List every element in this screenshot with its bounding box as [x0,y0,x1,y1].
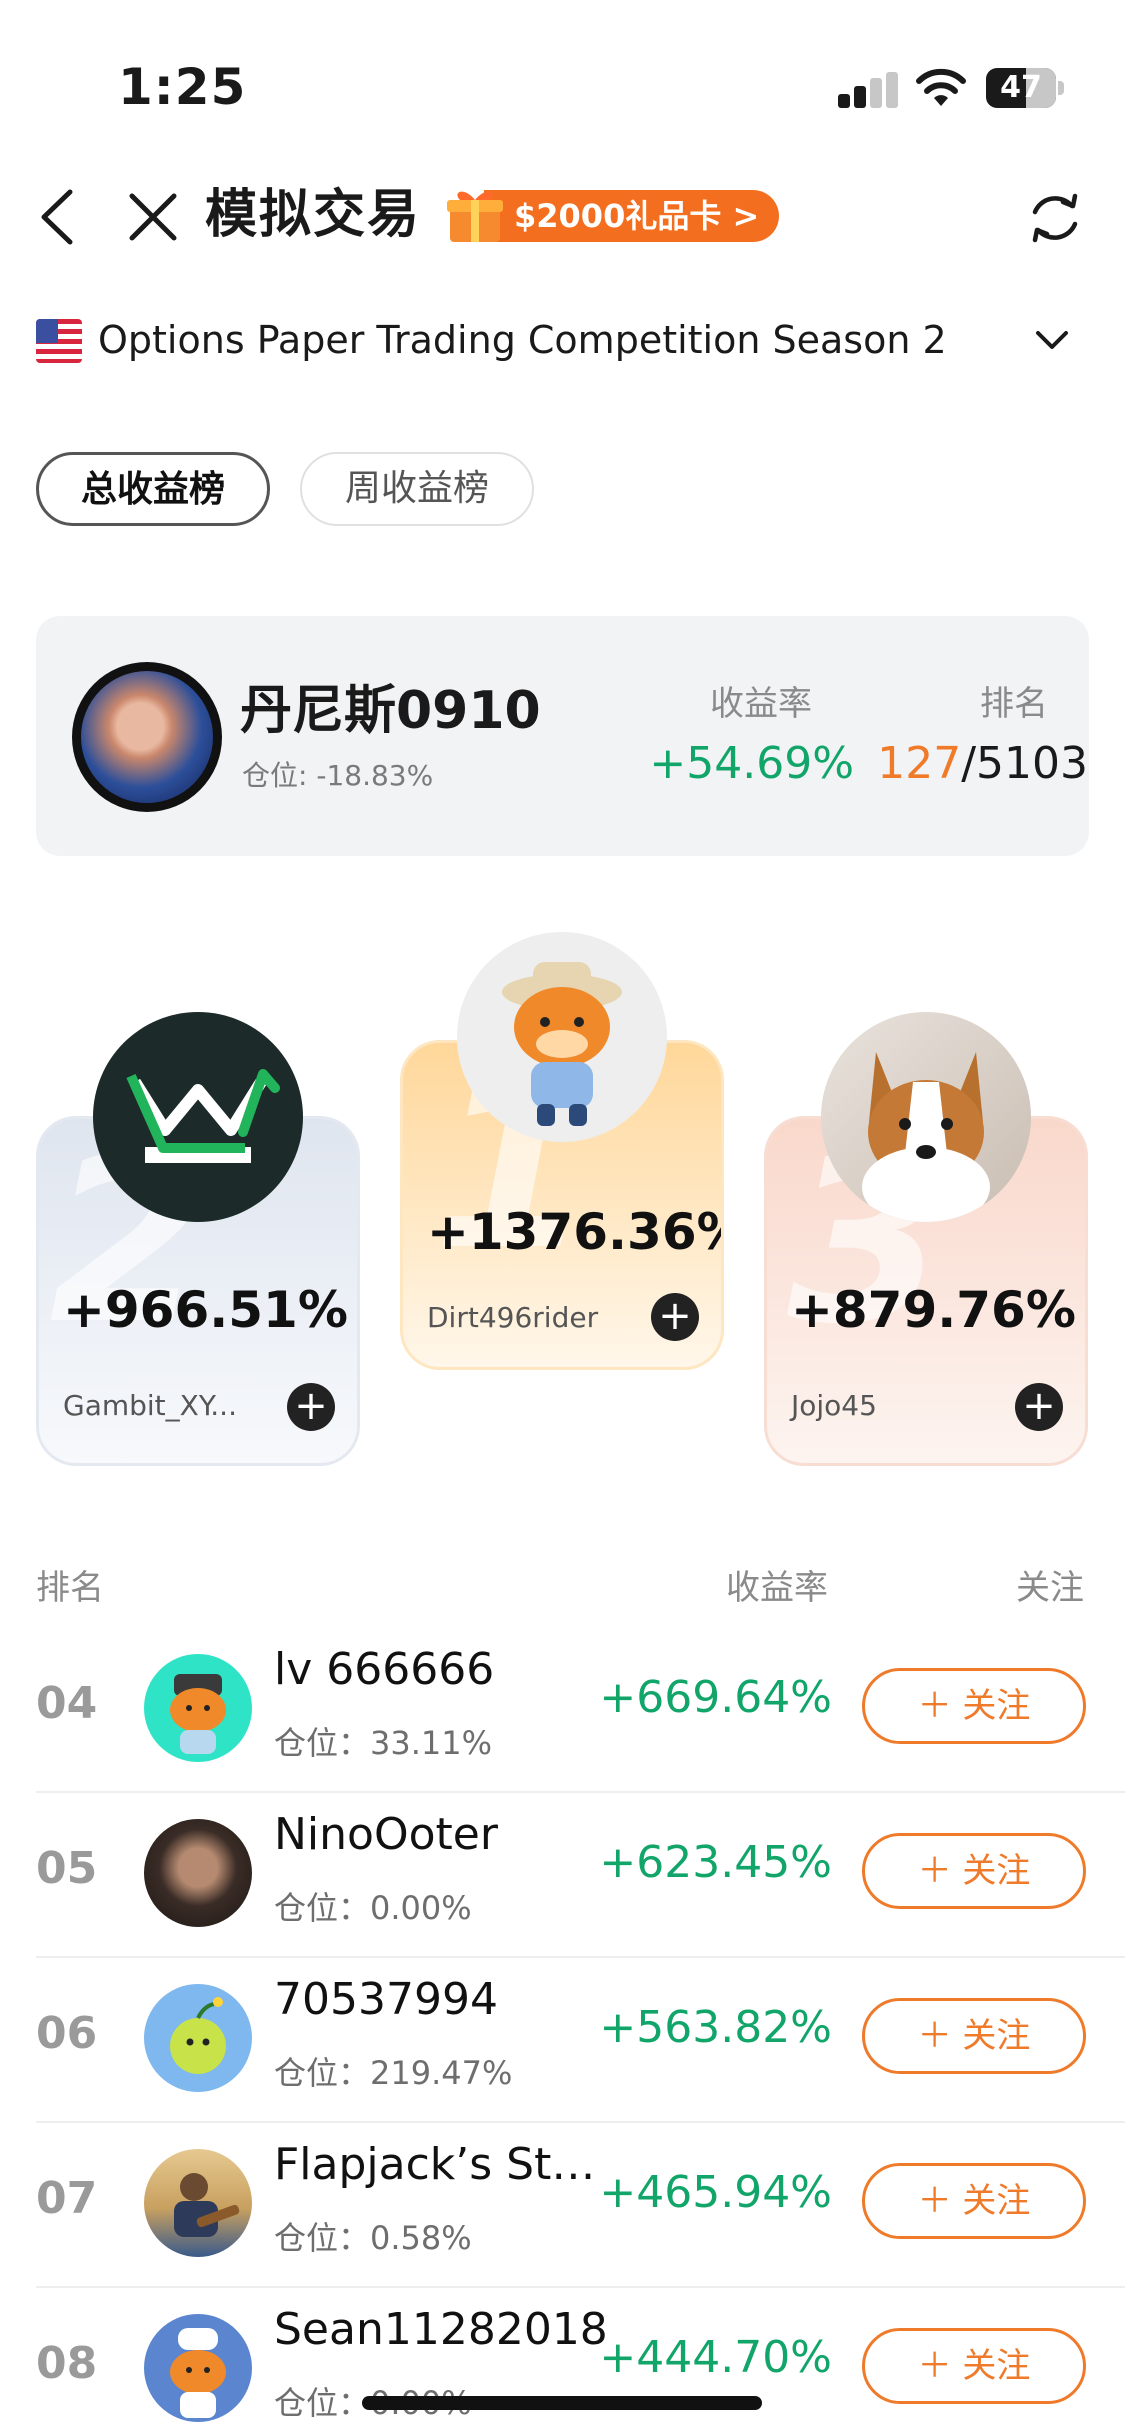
status-bar: 1:25 47 [0,0,1125,150]
competition-name: Options Paper Trading Competition Season… [98,318,947,362]
table-row[interactable]: 05 NinoOoter 仓位：0.00% +623.45% ＋ 关注 [0,1793,1125,1958]
cellular-signal-icon [838,72,900,108]
avatar [144,1654,252,1762]
follow-button[interactable]: ＋ 关注 [862,1998,1086,2074]
ranking-list-header: 排名 收益率 关注 [0,1560,1125,1610]
avatar [144,1984,252,2092]
tab-total-returns[interactable]: 总收益榜 [36,452,270,526]
table-row[interactable]: 04 lv 666666 仓位：33.11% +669.64% ＋ 关注 [0,1628,1125,1793]
home-indicator[interactable] [362,2396,762,2410]
nav-bar: 模拟交易 $2000礼品卡 > [0,170,1125,265]
refresh-icon[interactable] [1025,188,1085,248]
header-rank: 排名 [36,1568,104,1608]
my-rank-label: 排名 [980,684,1048,724]
row-username: Flapjack’s Sta... [274,2139,609,2190]
row-username: Sean11282018 [274,2304,608,2355]
follow-button[interactable]: ＋ 关注 [862,2328,1086,2404]
podium-value: +879.76% [791,1281,1076,1339]
back-icon[interactable] [30,182,90,252]
battery-icon: 47 [986,68,1064,108]
page-title: 模拟交易 [205,185,422,245]
row-position: 仓位：33.11% [274,1724,493,1762]
crown-logo-icon [126,1069,280,1163]
row-rate: +444.70% [599,2332,832,2383]
gift-icon [447,191,503,242]
row-rank: 07 [36,2173,98,2224]
follow-button[interactable]: + [287,1383,335,1431]
row-position: 仓位：219.47% [274,2054,513,2092]
row-rank: 04 [36,1678,98,1729]
podium-username: Gambit_XY... [63,1389,237,1422]
header-rate: 收益率 [726,1568,828,1608]
row-rate: +623.45% [599,1837,832,1888]
row-username: lv 666666 [274,1644,495,1695]
row-position: 仓位：0.58% [274,2219,472,2257]
status-time: 1:25 [118,58,247,116]
gift-card-label: $2000礼品卡 > [484,190,779,242]
my-rank: 127/5103 [866,738,1088,789]
chevron-down-icon [1036,331,1068,349]
row-rate: +669.64% [599,1672,832,1723]
podium-value: +966.51% [63,1281,348,1339]
follow-button[interactable]: + [651,1293,699,1341]
podium-username: Dirt496rider [427,1301,599,1334]
header-follow: 关注 [1016,1568,1084,1608]
wifi-icon [916,68,966,106]
avatar [821,1012,1031,1222]
podium-value: +1376.36% [427,1203,724,1261]
row-position: 仓位：0.00% [274,1889,472,1927]
avatar [144,1819,252,1927]
bull-mascot-icon [502,962,622,1126]
row-rank: 08 [36,2338,98,2389]
row-rank: 05 [36,1843,98,1894]
table-row[interactable]: 08 Sean11282018 仓位：0.00% +444.70% ＋ 关注 [0,2288,1125,2436]
my-rank-total: /5103 [961,738,1088,789]
table-row[interactable]: 06 70537994 仓位：219.47% +563.82% ＋ 关注 [0,1958,1125,2123]
table-row[interactable]: 07 Flapjack’s Sta... 仓位：0.58% +465.94% ＋… [0,2123,1125,2288]
podium-username: Jojo45 [791,1389,877,1422]
row-rate: +465.94% [599,2167,832,2218]
dog-photo-icon [862,1052,990,1222]
tab-weekly-returns[interactable]: 周收益榜 [300,452,534,526]
follow-button[interactable]: ＋ 关注 [862,2163,1086,2239]
my-rank-current: 127 [877,738,962,789]
avatar [144,2149,252,2257]
avatar [457,932,667,1142]
avatar [144,2314,252,2422]
follow-button[interactable]: ＋ 关注 [862,1668,1086,1744]
battery-level: 47 [1000,70,1042,105]
us-flag-icon [36,319,82,363]
competition-selector[interactable]: Options Paper Trading Competition Season… [0,305,1125,375]
gift-card-badge[interactable]: $2000礼品卡 > [444,184,779,244]
my-username: 丹尼斯0910 [240,681,541,741]
avatar [72,662,222,812]
row-rate: +563.82% [599,2002,832,2053]
close-icon[interactable] [118,182,188,252]
follow-button[interactable]: ＋ 关注 [862,1833,1086,1909]
my-position: 仓位: -18.83% [242,759,434,792]
row-username: 70537994 [274,1974,498,2025]
row-username: NinoOoter [274,1809,498,1860]
my-rate: +54.69% [649,738,854,789]
my-ranking-card: 丹尼斯0910 仓位: -18.83% 收益率 +54.69% 排名 127/5… [36,616,1089,856]
row-rank: 06 [36,2008,98,2059]
avatar [93,1012,303,1222]
my-rate-label: 收益率 [710,684,812,724]
follow-button[interactable]: + [1015,1383,1063,1431]
